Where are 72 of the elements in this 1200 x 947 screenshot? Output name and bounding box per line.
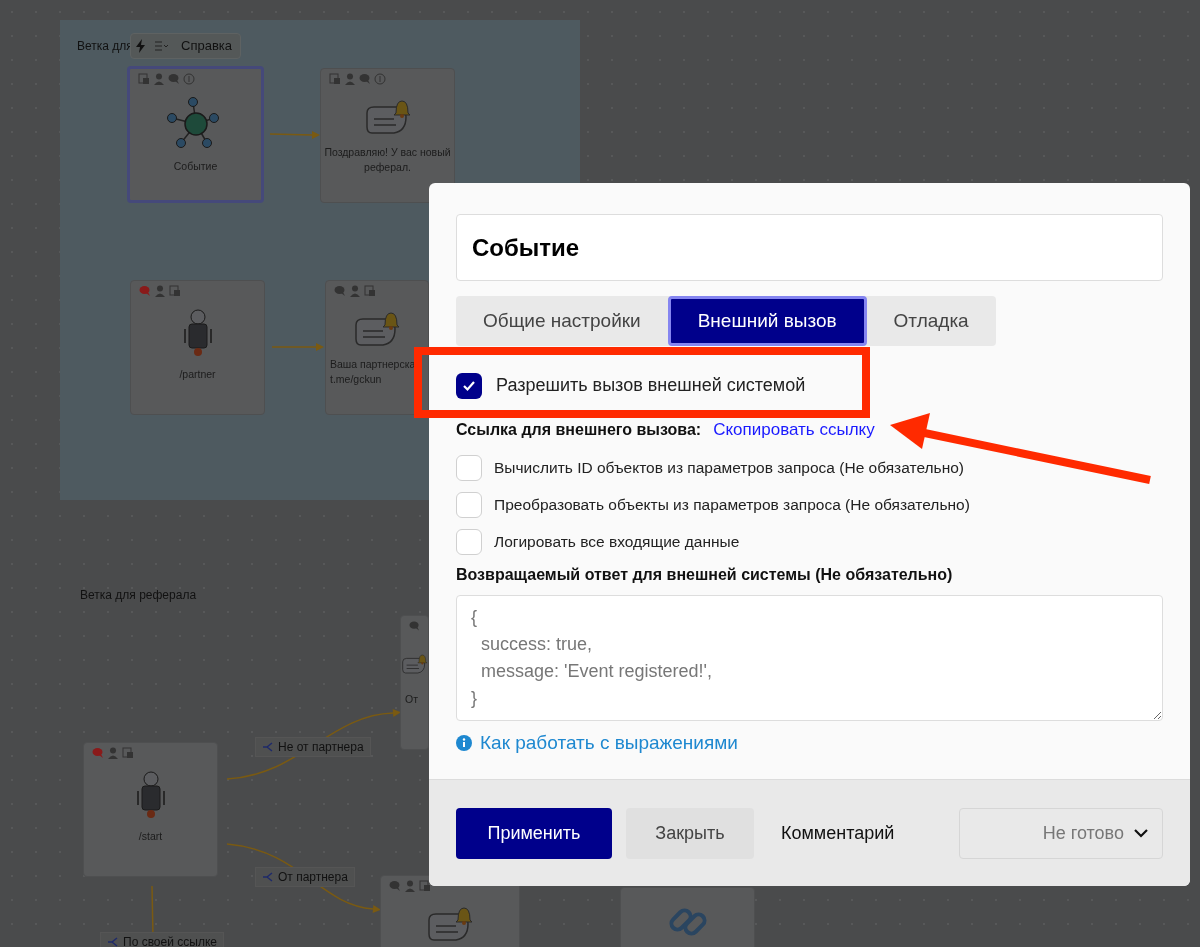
lightning-icon[interactable] [135, 39, 147, 53]
robot-icon [134, 771, 167, 821]
flow-node[interactable]: Ваша партнерска t.me/gckun [325, 280, 429, 415]
checkbox[interactable] [456, 454, 482, 481]
checkbox[interactable] [456, 528, 482, 555]
node-label: Ваша партнерска t.me/gckun [329, 357, 417, 387]
chevron-down-icon [1134, 828, 1148, 838]
tab[interactable]: Общие настройки [456, 296, 668, 346]
branch-icon [107, 937, 119, 947]
document-icon [329, 73, 341, 85]
checkbox-label: Вычислить ID объектов из параметров запроса (Не обязательно) [494, 457, 964, 478]
branch-icon [262, 872, 274, 882]
help-button[interactable]: Справка [177, 36, 236, 56]
connector-arrow [271, 343, 324, 351]
flow-node[interactable]: /start [83, 742, 218, 877]
status-select[interactable]: Не готово [959, 807, 1163, 859]
message-bell-icon [363, 97, 412, 137]
comment-button[interactable]: Комментарий [781, 819, 895, 847]
flow-node[interactable]: Событие [127, 66, 264, 203]
info-icon [456, 734, 472, 751]
document-icon [419, 880, 431, 892]
checkmark-icon [462, 379, 476, 392]
branch-icon [262, 742, 274, 752]
message-bell-icon [426, 904, 474, 944]
flow-node[interactable]: От [400, 615, 429, 750]
coin-icon [374, 73, 386, 85]
chat-icon [334, 285, 346, 297]
message-bell-icon [353, 309, 401, 349]
chat-icon [168, 73, 180, 85]
response-label: Возвращаемый ответ для внешней системы (Не обязательно) [456, 564, 954, 585]
copy-link[interactable]: Скопировать ссылку [713, 417, 875, 443]
person-icon [404, 880, 416, 892]
checkbox[interactable] [456, 491, 482, 518]
document-icon [138, 73, 150, 85]
checkbox-label: Разрешить вызов внешней системой [496, 374, 806, 397]
chat-icon [139, 285, 151, 297]
node-label: От [404, 692, 419, 707]
checkbox[interactable] [456, 372, 482, 399]
edge-label[interactable]: По своей ссылке [100, 932, 224, 947]
person-icon [153, 73, 165, 85]
link-label: Ссылка для внешнего вызова: [456, 419, 702, 440]
document-icon [169, 285, 181, 297]
chat-icon [409, 620, 420, 632]
branch-title: Ветка для реферала [80, 587, 197, 604]
list-caret-icon[interactable] [155, 41, 169, 51]
person-icon [107, 747, 119, 759]
checkbox-label: Логировать все входящие данные [494, 531, 740, 552]
robot-icon [181, 309, 214, 359]
edge-label[interactable]: Не от партнера [255, 737, 371, 757]
help-link[interactable]: Как работать с выражениями [480, 728, 738, 757]
chat-icon [92, 747, 104, 759]
tab[interactable]: Отладка [866, 296, 996, 346]
coin-icon [183, 73, 195, 85]
edge-label[interactable]: От партнера [255, 867, 355, 887]
document-icon [364, 285, 376, 297]
connector-arrow [269, 131, 320, 139]
checkbox-label: Преобразовать объекты из параметров запроса (Не обязательно) [494, 494, 970, 515]
flow-node[interactable]: /partner [130, 280, 265, 415]
title-field[interactable]: Событие [456, 214, 1163, 281]
chat-icon [359, 73, 371, 85]
person-icon [349, 285, 361, 297]
response-field[interactable]: { success: true, message: 'Event registered!', } [456, 594, 1163, 721]
node-label: /partner [178, 367, 217, 382]
person-icon [154, 285, 166, 297]
node-label: Событие [172, 159, 219, 174]
close-button[interactable]: Закрыть [626, 807, 754, 859]
tab[interactable]: Внешний вызов [667, 296, 867, 346]
node-label: /start [137, 829, 164, 844]
person-icon [344, 73, 356, 85]
apply-button[interactable]: Применить [456, 807, 612, 859]
chat-icon [389, 880, 401, 892]
document-icon [122, 747, 134, 759]
